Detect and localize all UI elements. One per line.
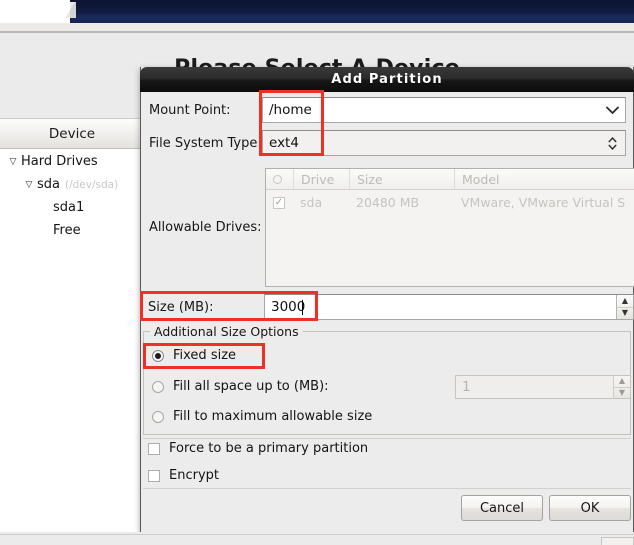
- spinner-down-icon[interactable]: ▼: [614, 388, 630, 399]
- cell-drive: sda: [300, 195, 323, 210]
- screen: Please Select A Device Device ▽ Hard Dri…: [0, 0, 634, 545]
- size-spinner[interactable]: ▲ ▼: [616, 295, 633, 319]
- divider: [143, 438, 631, 439]
- checkbox-encrypt[interactable]: Encrypt: [148, 468, 219, 483]
- device-tree-column-header: Device: [0, 118, 145, 149]
- tree-item-device-path: (/dev/sda): [65, 178, 119, 191]
- file-system-type-value: ext4: [269, 135, 299, 151]
- header-divider: [0, 31, 634, 33]
- banner-underline-area: [0, 23, 634, 31]
- checkbox-label: Force to be a primary partition: [169, 441, 369, 456]
- window-bottom-divider: [0, 534, 634, 535]
- circle-icon: [273, 174, 282, 184]
- column-header-model[interactable]: Model: [454, 169, 634, 189]
- size-mb-input[interactable]: 3000 ▲ ▼: [264, 294, 634, 320]
- drives-table-header: Drive Size Model: [266, 169, 634, 190]
- radio-fixed-size[interactable]: Fixed size: [152, 348, 236, 363]
- spinner-updown-icon[interactable]: [599, 131, 625, 155]
- tree-item-sda[interactable]: ▽ sda (/dev/sda): [0, 173, 144, 196]
- tree-item-label: Hard Drives: [21, 154, 98, 169]
- divider: [143, 488, 631, 489]
- spinner-up-icon[interactable]: ▲: [617, 295, 633, 308]
- select-all-column-header[interactable]: [266, 169, 293, 189]
- ok-button[interactable]: OK: [549, 495, 631, 521]
- fill-all-space-spinner[interactable]: ▲ ▼: [613, 376, 630, 398]
- tree-item-label: sda: [37, 177, 60, 192]
- checkbox-label: Encrypt: [169, 468, 219, 483]
- file-system-type-combo[interactable]: ext4: [262, 130, 626, 156]
- mount-point-label: Mount Point:: [149, 103, 231, 118]
- fill-all-space-value: 1: [462, 379, 471, 395]
- allowable-drives-label: Allowable Drives:: [149, 220, 262, 235]
- additional-size-options-legend: Additional Size Options: [150, 324, 303, 339]
- spinner-down-icon[interactable]: ▼: [617, 308, 633, 320]
- checkbox-force-primary-partition[interactable]: Force to be a primary partition: [148, 441, 368, 456]
- column-header-size[interactable]: Size: [349, 169, 454, 189]
- device-tree[interactable]: ▽ Hard Drives ▽ sda (/dev/sda) sda1 Free: [0, 150, 144, 242]
- twisty-icon[interactable]: ▽: [21, 180, 37, 190]
- radio-icon[interactable]: [152, 380, 164, 393]
- fill-all-space-input[interactable]: 1 ▲ ▼: [455, 375, 631, 399]
- radio-label: Fill to maximum allowable size: [173, 409, 373, 424]
- cell-size: 20480 MB: [356, 195, 420, 210]
- radio-label: Fill all space up to (MB):: [173, 379, 329, 394]
- checkbox-icon[interactable]: [148, 469, 160, 482]
- size-mb-value: 3000: [271, 299, 306, 315]
- logo-icon: [66, 2, 76, 18]
- tree-item-free[interactable]: Free: [0, 219, 144, 242]
- mount-point-value: /home: [269, 102, 312, 118]
- row-checkbox-cell[interactable]: ✓: [266, 190, 293, 215]
- table-row[interactable]: ✓ sda 20480 MB VMware, VMware Virtual S: [266, 190, 634, 215]
- tree-item-sda1[interactable]: sda1: [0, 196, 144, 219]
- spinner-up-icon[interactable]: ▲: [614, 376, 630, 388]
- radio-label: Fixed size: [173, 348, 237, 363]
- allowable-drives-table[interactable]: Drive Size Model ✓ sda 20480 MB VMware, …: [265, 168, 634, 287]
- tree-item-label: sda1: [53, 200, 85, 215]
- cancel-button[interactable]: Cancel: [461, 495, 543, 521]
- tree-item-label: Free: [53, 223, 81, 238]
- dialog-titlebar: Add Partition: [140, 67, 634, 92]
- radio-fill-to-maximum[interactable]: Fill to maximum allowable size: [152, 409, 372, 424]
- tree-item-hard-drives[interactable]: ▽ Hard Drives: [0, 150, 144, 173]
- chevron-down-icon[interactable]: [599, 98, 625, 122]
- radio-icon[interactable]: [152, 349, 164, 362]
- checkbox-icon[interactable]: [148, 442, 160, 455]
- column-header-drive[interactable]: Drive: [293, 169, 349, 189]
- text-caret: [302, 300, 303, 315]
- twisty-icon[interactable]: ▽: [5, 157, 21, 167]
- size-mb-label: Size (MB):: [148, 300, 214, 315]
- radio-icon[interactable]: [152, 410, 164, 423]
- mount-point-combo[interactable]: /home: [262, 97, 626, 123]
- cell-model: VMware, VMware Virtual S: [461, 195, 626, 210]
- checkbox-icon[interactable]: ✓: [273, 196, 285, 209]
- radio-fill-all-space-up-to[interactable]: Fill all space up to (MB):: [152, 379, 329, 394]
- installer-banner: [70, 0, 634, 23]
- window-bottom-button[interactable]: [601, 537, 634, 545]
- file-system-type-label: File System Type: [149, 136, 258, 151]
